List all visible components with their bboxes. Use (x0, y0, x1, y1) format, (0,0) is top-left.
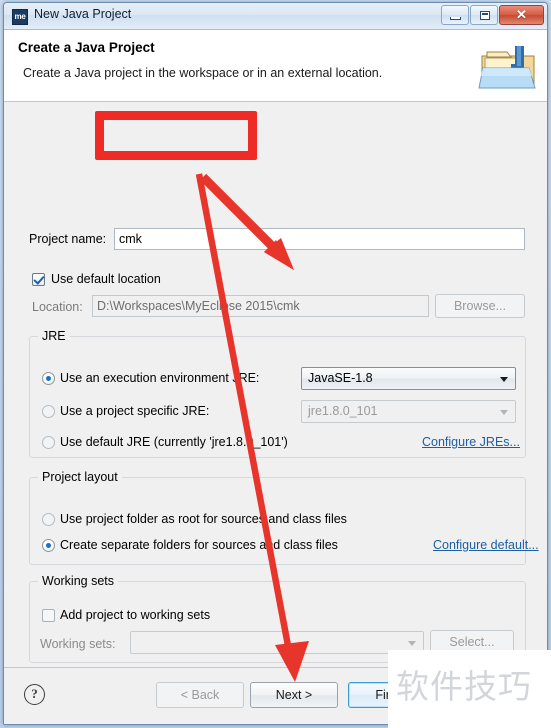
dialog-header: Create a Java Project Create a Java proj… (4, 30, 547, 102)
title-bar: me New Java Project ✕ (4, 3, 547, 30)
location-label: Location: (32, 300, 83, 314)
working-sets-group-title: Working sets (38, 574, 119, 588)
project-name-label: Project name: (29, 232, 107, 246)
working-sets-label: Working sets: (40, 637, 116, 651)
configure-default-link[interactable]: Configure default... (433, 538, 539, 552)
add-project-to-working-sets-label: Add project to working sets (60, 608, 211, 622)
page-title: Create a Java Project (18, 40, 155, 55)
window-title: New Java Project (34, 7, 132, 21)
dialog-body: Project name: cmk Use default location L… (4, 102, 547, 717)
maximize-icon (480, 11, 490, 20)
dialog-window: me New Java Project ✕ Create a Java Proj… (3, 2, 548, 725)
use-default-location-label: Use default location (51, 272, 161, 286)
project-layout-group-title: Project layout (38, 470, 122, 484)
close-button[interactable]: ✕ (499, 5, 544, 25)
execution-environment-combo[interactable]: JavaSE-1.8 (301, 367, 516, 390)
radio-project-folder-root-label: Use project folder as root for sources a… (60, 512, 347, 526)
java-project-folder-icon (478, 46, 536, 89)
radio-default-jre[interactable] (42, 436, 55, 449)
window-controls: ✕ (441, 5, 544, 25)
jre-group-title: JRE (38, 329, 70, 343)
configure-jres-link[interactable]: Configure JREs... (422, 435, 520, 449)
radio-execution-environment-jre[interactable] (42, 372, 55, 385)
use-default-location-checkbox[interactable] (32, 273, 45, 286)
next-button[interactable]: Next > (250, 682, 338, 708)
watermark-overlay: 软件技巧 (388, 650, 551, 728)
radio-project-specific-jre[interactable] (42, 405, 55, 418)
radio-project-specific-jre-label: Use a project specific JRE: (60, 404, 210, 418)
radio-separate-folders[interactable] (42, 539, 55, 552)
radio-execution-environment-jre-label: Use an execution environment JRE: (60, 371, 260, 385)
location-input[interactable]: D:\Workspaces\MyEclipse 2015\cmk (92, 295, 429, 317)
radio-project-folder-root[interactable] (42, 513, 55, 526)
page-subtitle: Create a Java project in the workspace o… (23, 66, 383, 80)
radio-separate-folders-label: Create separate folders for sources and … (60, 538, 338, 552)
myeclipse-app-icon: me (12, 9, 28, 25)
chevron-down-icon (408, 641, 416, 646)
execution-environment-value: JavaSE-1.8 (308, 371, 373, 385)
chevron-down-icon (500, 410, 508, 415)
help-button[interactable]: ? (24, 684, 45, 705)
minimize-icon (450, 17, 461, 20)
minimize-button[interactable] (441, 5, 469, 25)
close-icon: ✕ (516, 7, 527, 22)
project-name-input[interactable]: cmk (114, 228, 525, 250)
radio-default-jre-label: Use default JRE (currently 'jre1.8.0_101… (60, 435, 288, 449)
maximize-button[interactable] (470, 5, 498, 25)
back-button[interactable]: < Back (156, 682, 244, 708)
screenshot-root: me New Java Project ✕ Create a Java Proj… (0, 0, 551, 728)
project-specific-jre-value: jre1.8.0_101 (308, 404, 378, 418)
watermark-text: 软件技巧 (396, 667, 532, 706)
project-specific-jre-combo[interactable]: jre1.8.0_101 (301, 400, 516, 423)
working-sets-combo[interactable] (130, 631, 424, 654)
browse-button[interactable]: Browse... (435, 294, 525, 318)
add-project-to-working-sets-checkbox[interactable] (42, 609, 55, 622)
chevron-down-icon (500, 377, 508, 382)
